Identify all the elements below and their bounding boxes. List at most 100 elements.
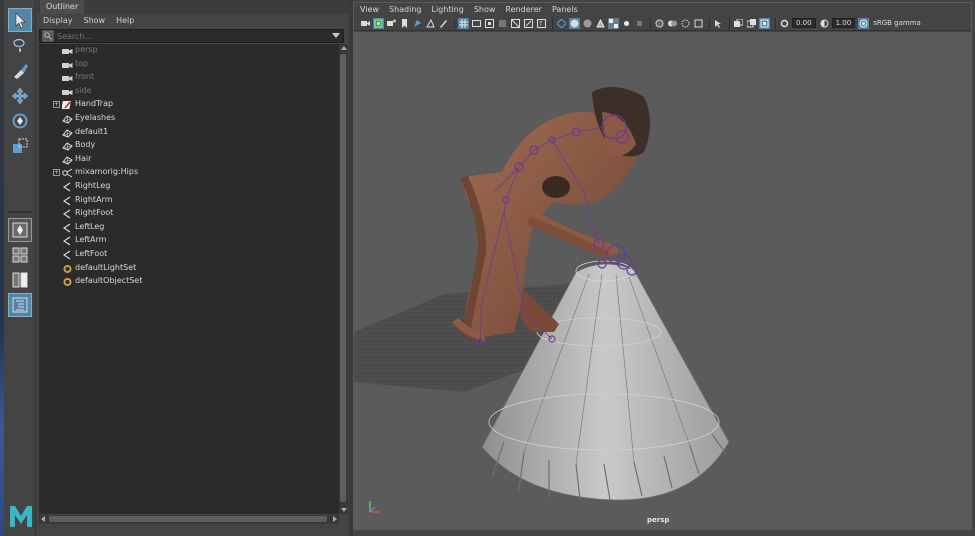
outliner-vertical-scrollbar[interactable] — [339, 44, 348, 514]
use-all-lights-icon[interactable] — [621, 18, 632, 29]
paint-select-tool-icon[interactable] — [8, 59, 32, 83]
xray-active-components-icon[interactable] — [759, 17, 770, 29]
camera-name-label: persp — [647, 516, 670, 524]
scroll-left-arrow-icon[interactable] — [41, 516, 45, 522]
outliner-item-leftarm[interactable]: LeftArm — [39, 234, 339, 248]
safe-action-icon[interactable] — [523, 18, 534, 29]
outliner-item-rightleg[interactable]: RightLeg — [39, 180, 339, 194]
smooth-shade-icon[interactable] — [569, 17, 580, 29]
safe-title-icon[interactable]: T — [536, 18, 547, 29]
outliner-item-label: RightLeg — [75, 180, 111, 190]
outliner-menu-display[interactable]: Display — [43, 16, 73, 25]
camera-icon — [62, 73, 73, 83]
outliner-menu-help[interactable]: Help — [116, 16, 134, 25]
scrollbar-thumb[interactable] — [340, 54, 346, 502]
select-camera-icon[interactable] — [360, 18, 371, 29]
outliner-item-rightfoot[interactable]: RightFoot — [39, 207, 339, 221]
mesh-icon — [62, 155, 73, 165]
outliner-item-persp[interactable]: persp — [39, 44, 339, 58]
viewport-menu-show[interactable]: Show — [474, 5, 496, 14]
default-material-icon[interactable] — [582, 18, 593, 29]
scroll-right-arrow-icon[interactable] — [333, 516, 337, 522]
gamma-icon[interactable] — [819, 18, 830, 29]
move-tool-icon[interactable] — [8, 84, 32, 108]
field-chart-icon[interactable] — [510, 18, 521, 29]
isolate-select-icon[interactable] — [713, 18, 724, 29]
outliner-item-label: defaultLightSet — [75, 262, 137, 272]
shadows-icon[interactable] — [634, 18, 645, 29]
camera-icon — [62, 46, 73, 56]
single-pane-layout-icon[interactable] — [8, 218, 32, 242]
gate-mask-icon[interactable] — [497, 18, 508, 29]
scroll-up-arrow-icon[interactable] — [341, 46, 347, 50]
resolution-gate-icon[interactable] — [484, 18, 495, 29]
image-plane-icon[interactable] — [412, 18, 423, 29]
textured-icon[interactable] — [608, 17, 619, 29]
outliner-item-label: persp — [75, 45, 98, 54]
wireframe-on-shaded-icon[interactable] — [595, 18, 606, 29]
motion-blur-icon[interactable] — [667, 18, 678, 29]
outliner-item-top[interactable]: top — [39, 58, 339, 72]
outliner-layout-icon[interactable] — [8, 293, 32, 317]
outliner-item-body[interactable]: Body — [39, 139, 339, 153]
select-tool-icon[interactable] — [8, 8, 32, 32]
color-space-label[interactable]: sRGB gamma — [873, 19, 921, 27]
outliner-tab[interactable]: Outliner — [40, 0, 85, 14]
set-icon — [62, 277, 73, 287]
two-pane-layout-icon[interactable] — [8, 268, 32, 292]
outliner-item-default1[interactable]: default1 — [39, 126, 339, 140]
outliner-item-handtrap[interactable]: + HandTrap — [39, 98, 339, 112]
viewport-menu-view[interactable]: View — [360, 5, 379, 14]
wireframe-icon[interactable] — [556, 18, 567, 29]
outliner-item-label: mixamorig:Hips — [75, 167, 139, 177]
outliner-item-hair[interactable]: Hair — [39, 153, 339, 167]
outliner-item-rightarm[interactable]: RightArm — [39, 194, 339, 208]
search-options-dropdown[interactable] — [332, 33, 340, 38]
color-management-icon[interactable] — [858, 17, 870, 29]
bookmark-icon[interactable] — [399, 18, 410, 29]
gamma-field[interactable]: 1.00 — [831, 18, 856, 28]
outliner-item-eyelashes[interactable]: Eyelashes — [39, 112, 339, 126]
outliner-item-mixamorig-hips[interactable]: + mixamorig:Hips — [39, 166, 339, 180]
exposure-field[interactable]: 0.00 — [792, 18, 816, 28]
scrollbar-thumb[interactable] — [49, 516, 327, 522]
outliner-item-leftleg[interactable]: LeftLeg — [39, 221, 339, 235]
grease-pencil-icon[interactable] — [438, 18, 449, 29]
mesh-icon — [62, 128, 73, 138]
grid-icon[interactable] — [458, 17, 469, 29]
scale-tool-icon[interactable] — [8, 134, 32, 158]
lock-camera-icon[interactable] — [373, 17, 384, 29]
lasso-tool-icon[interactable] — [8, 34, 32, 58]
axis-gizmo-icon — [369, 501, 380, 513]
outliner-item-defaultlightset[interactable]: defaultLightSet — [39, 262, 339, 276]
viewport-menu-shading[interactable]: Shading — [389, 5, 422, 14]
expand-icon[interactable]: + — [53, 169, 60, 177]
toolbox-separator — [8, 211, 32, 213]
outliner-item-leftfoot[interactable]: LeftFoot — [39, 248, 339, 262]
outliner-item-defaultobjectset[interactable]: defaultObjectSet — [39, 275, 339, 289]
depth-of-field-icon[interactable] — [693, 18, 704, 29]
search-input[interactable] — [57, 31, 317, 41]
maya-window: Outliner Display Show Help persp top front… — [0, 0, 975, 536]
viewport-menu-lighting[interactable]: Lighting — [431, 5, 463, 14]
viewport-menubar: View Shading Lighting Show Renderer Pane… — [354, 3, 971, 16]
expand-icon[interactable]: + — [53, 101, 60, 109]
exposure-icon[interactable] — [779, 18, 790, 29]
outliner-item-front[interactable]: front — [39, 71, 339, 85]
film-gate-icon[interactable] — [471, 18, 482, 29]
viewport-menu-panels[interactable]: Panels — [552, 5, 578, 14]
two-d-pan-zoom-icon[interactable] — [425, 18, 436, 29]
screen-space-ao-icon[interactable] — [654, 18, 665, 29]
camera-attributes-icon[interactable] — [386, 18, 397, 29]
viewport-menu-renderer[interactable]: Renderer — [505, 5, 542, 14]
anti-aliasing-icon[interactable] — [680, 18, 691, 29]
outliner-menu-show[interactable]: Show — [84, 16, 106, 25]
four-pane-layout-icon[interactable] — [8, 243, 32, 267]
3d-viewport[interactable]: persp — [354, 32, 971, 529]
rotate-tool-icon[interactable] — [8, 109, 32, 133]
outliner-item-side[interactable]: side — [39, 85, 339, 99]
scroll-down-arrow-icon[interactable] — [341, 508, 347, 512]
xray-joints-icon[interactable] — [746, 18, 757, 29]
xray-icon[interactable] — [733, 18, 744, 29]
outliner-horizontal-scrollbar[interactable] — [39, 515, 339, 524]
